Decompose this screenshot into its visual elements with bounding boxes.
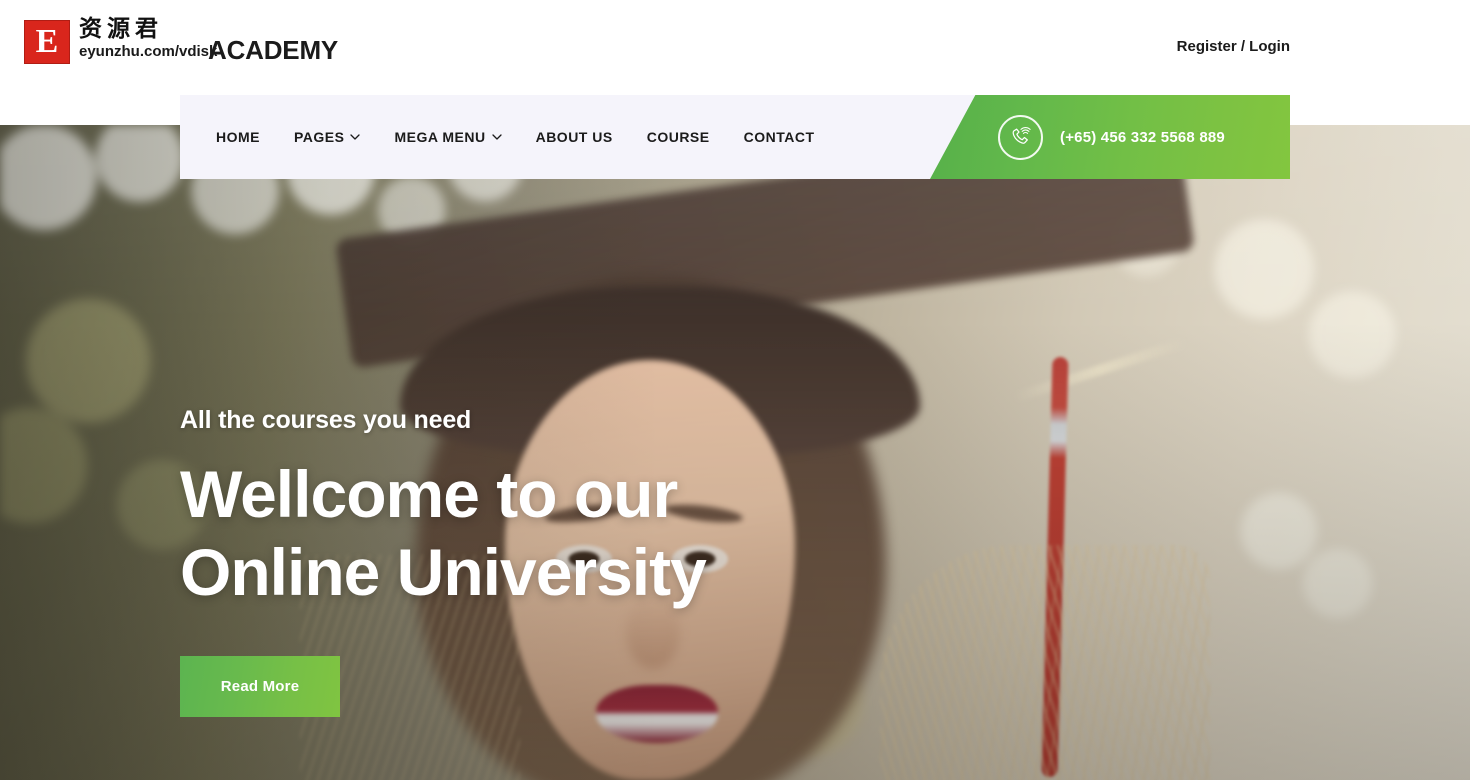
- nav-item-label: PAGES: [294, 129, 345, 145]
- hero-title: Wellcome to our Online University: [180, 455, 707, 611]
- main-navigation: HOME PAGES MEGA MENU ABOUT US COURSE CON…: [180, 95, 1290, 179]
- landing-page: All the courses you need Wellcome to our…: [0, 0, 1470, 780]
- nav-item-contact[interactable]: CONTACT: [744, 129, 815, 145]
- logo-chinese-name: 资源君: [79, 15, 163, 42]
- nav-item-label: MEGA MENU: [394, 129, 486, 145]
- nav-item-label: COURSE: [646, 129, 710, 145]
- nav-item-home[interactable]: HOME: [216, 129, 260, 145]
- phone-ringing-icon: [998, 114, 1043, 160]
- logo-text-block: 资源君 eyunzhu.com/vdisk: [79, 15, 218, 61]
- site-logo[interactable]: E 资源君 eyunzhu.com/vdisk: [24, 16, 217, 64]
- nav-item-label: HOME: [216, 129, 260, 145]
- hero-kicker: All the courses you need: [180, 406, 472, 434]
- nav-item-pages[interactable]: PAGES: [294, 129, 361, 145]
- nav-item-label: CONTACT: [743, 129, 815, 145]
- hero-title-line-1: Wellcome to our: [180, 457, 678, 531]
- chevron-down-icon: [350, 132, 361, 142]
- nav-menu-list: HOME PAGES MEGA MENU ABOUT US COURSE CON…: [216, 95, 815, 179]
- register-login-link[interactable]: Register / Login: [1177, 38, 1290, 55]
- hero-content: All the courses you need Wellcome to our…: [180, 405, 707, 717]
- chevron-down-icon: [491, 132, 502, 142]
- hero-section: All the courses you need Wellcome to our…: [0, 125, 1470, 780]
- logo-e-letter: E: [35, 23, 59, 60]
- nav-item-mega-menu[interactable]: MEGA MENU: [394, 129, 502, 145]
- nav-item-about-us[interactable]: ABOUT US: [536, 129, 613, 145]
- read-more-button[interactable]: Read More: [180, 656, 340, 717]
- nav-item-label: ABOUT US: [535, 129, 613, 145]
- logo-e-mark-icon: E: [24, 20, 70, 64]
- phone-number-text: (+65) 456 332 5568 889: [1060, 128, 1225, 146]
- brand-wordmark: ACADEMY: [208, 35, 339, 65]
- logo-site-url: eyunzhu.com/vdisk: [79, 43, 218, 60]
- nav-item-course[interactable]: COURSE: [647, 129, 710, 145]
- header-phone-block[interactable]: (+65) 456 332 5568 889: [998, 95, 1225, 179]
- hero-title-line-2: Online University: [180, 535, 707, 609]
